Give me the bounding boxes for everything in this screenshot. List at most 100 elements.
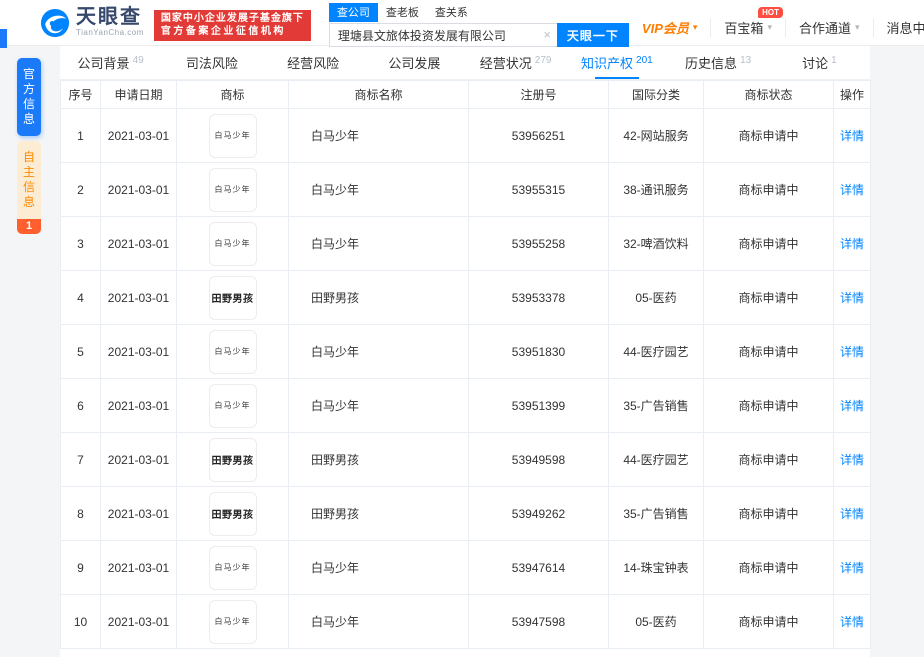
tab-司法风险[interactable]: 司法风险 [161,46,262,79]
table-row: 1 2021-03-01 白马少年 白马少年 53956251 42-网站服务 商标申请中详… [60,108,871,163]
trademark-image[interactable]: 白马少年 [208,113,257,158]
trademark-image[interactable]: 田野男孩 [208,491,257,536]
chevron-down-icon: ▾ [767,22,772,32]
column-header: 注册号 [468,80,609,109]
row-index-cell: 1 [60,108,101,163]
trademark-name-cell: 白马少年 [288,378,469,433]
detail-link[interactable]: 详情 [840,399,864,413]
trademark-image-cell: 白马少年 [176,216,289,271]
nav-label: 合作通道 [798,21,851,36]
top-nav: VIP会员▾百宝箱▾HOT合作通道▾消息中心马尔萨斯▾ [629,7,924,37]
side-tab-self-info[interactable]: 自主信息 [17,141,41,219]
trademark-image[interactable]: 白马少年 [208,167,257,212]
application-date-cell: 2021-03-01 [100,378,177,433]
tab-经营风险[interactable]: 经营风险 [263,46,364,79]
application-date-cell: 2021-03-01 [100,594,177,649]
trademark-image[interactable]: 白马少年 [208,599,257,644]
column-header: 序号 [60,80,101,109]
detail-link[interactable]: 详情 [840,345,864,359]
table-row: 9 2021-03-01 白马少年 白马少年 53947614 14-珠宝钟表 商标申请中详… [60,540,871,595]
trademark-image[interactable]: 田野男孩 [208,275,257,320]
logo-text: 天眼查 TianYanCha.com [76,7,144,37]
row-index-cell: 9 [60,540,101,595]
application-date-cell: 2021-03-01 [100,486,177,541]
trademark-name-cell: 白马少年 [288,108,469,163]
trademark-status-cell: 商标申请中 [703,432,834,487]
detail-link[interactable]: 详情 [840,615,864,629]
table-row: 2 2021-03-01 白马少年 白马少年 53955315 38-通讯服务 商标申请中详… [60,162,871,217]
chevron-down-icon: ▾ [692,22,698,32]
tab-count: 1 [831,55,837,66]
trademark-image[interactable]: 田野男孩 [208,437,257,482]
tab-知识产权[interactable]: 知识产权 201 [566,46,667,79]
registration-number-cell: 53953378 [468,270,609,325]
search-button[interactable]: 天眼一下 [556,23,629,47]
trademark-image[interactable]: 白马少年 [208,329,257,374]
detail-link[interactable]: 详情 [840,561,864,575]
brand-name: 天眼查 [76,6,142,28]
intl-class-cell: 42-网站服务 [608,108,704,163]
registration-number-cell: 53947614 [468,540,609,595]
detail-link[interactable]: 详情 [840,507,864,521]
certification-badge-line2: 官方备案企业征信机构 [160,25,286,37]
trademark-image[interactable]: 白马少年 [208,383,257,428]
action-cell: 详情 [833,594,871,649]
nav-toolbox[interactable]: 百宝箱 ▾ HOT [710,7,785,37]
column-header: 申请日期 [100,80,177,109]
section-tab-bar: 公司背景 49 司法风险 经营风险 公司发展 经营状况 279 知识产权 201 历史信息 13 讨论… [60,46,870,80]
nav-cooperation[interactable]: 合作通道 ▾ [784,18,873,37]
detail-link[interactable]: 详情 [840,453,864,467]
search-row: × 天眼一下 [328,23,629,47]
action-cell: 详情 [833,270,871,325]
trademark-status-cell: 商标申请中 [703,486,834,541]
nav-vip[interactable]: VIP会员 ▾ [629,18,711,37]
trademark-image[interactable]: 白马少年 [208,545,257,590]
action-cell: 详情 [833,540,871,595]
clear-icon[interactable]: × [543,27,551,42]
tab-count: 49 [132,55,144,66]
table-row: 5 2021-03-01 白马少年 白马少年 53951830 44-医疗园艺 商标申请中详… [60,324,871,379]
trademark-name-cell: 白马少年 [288,216,469,271]
corner-strip [0,29,7,48]
trademark-status-cell: 商标申请中 [703,162,834,217]
trademark-image[interactable]: 白马少年 [208,221,257,266]
action-cell: 详情 [833,432,871,487]
detail-link[interactable]: 详情 [840,237,864,251]
nav-messages[interactable]: 消息中心 [872,18,924,37]
tab-历史信息[interactable]: 历史信息 13 [668,46,769,79]
search-tab[interactable]: 查老板 [378,3,427,22]
action-cell: 详情 [833,378,871,433]
tab-公司背景[interactable]: 公司背景 49 [60,46,161,79]
detail-link[interactable]: 详情 [840,291,864,305]
search-tab[interactable]: 查关系 [427,3,476,22]
intl-class-cell: 35-广告销售 [608,378,704,433]
search-tab[interactable]: 查公司 [328,3,378,22]
search-input[interactable] [328,23,557,47]
trademark-name-cell: 田野男孩 [288,432,469,487]
tianyancha-eye-icon [40,8,70,38]
tab-label: 历史信息 [685,56,738,71]
application-date-cell: 2021-03-01 [100,432,177,487]
tab-count: 279 [534,55,552,66]
search-input-wrap: × [328,23,557,47]
tab-经营状况[interactable]: 经营状况 279 [465,46,566,79]
trademark-status-cell: 商标申请中 [703,540,834,595]
logo[interactable]: 天眼查 TianYanCha.com [40,6,144,38]
tab-讨论[interactable]: 讨论 1 [769,46,870,79]
trademark-image-cell: 白马少年 [176,378,289,433]
application-date-cell: 2021-03-01 [100,162,177,217]
trademark-image-cell: 白马少年 [176,108,289,163]
registration-number-cell: 53955315 [468,162,609,217]
tab-count: 13 [740,55,752,66]
trademark-status-cell: 商标申请中 [703,378,834,433]
tab-公司发展[interactable]: 公司发展 [364,46,465,79]
application-date-cell: 2021-03-01 [100,270,177,325]
row-index-cell: 4 [60,270,101,325]
side-tab-official-info[interactable]: 官方信息 [17,58,41,136]
trademark-image-cell: 白马少年 [176,324,289,379]
registration-number-cell: 53951830 [468,324,609,379]
row-index-cell: 7 [60,432,101,487]
detail-link[interactable]: 详情 [840,129,864,143]
detail-link[interactable]: 详情 [840,183,864,197]
tab-label: 知识产权 [581,56,634,71]
